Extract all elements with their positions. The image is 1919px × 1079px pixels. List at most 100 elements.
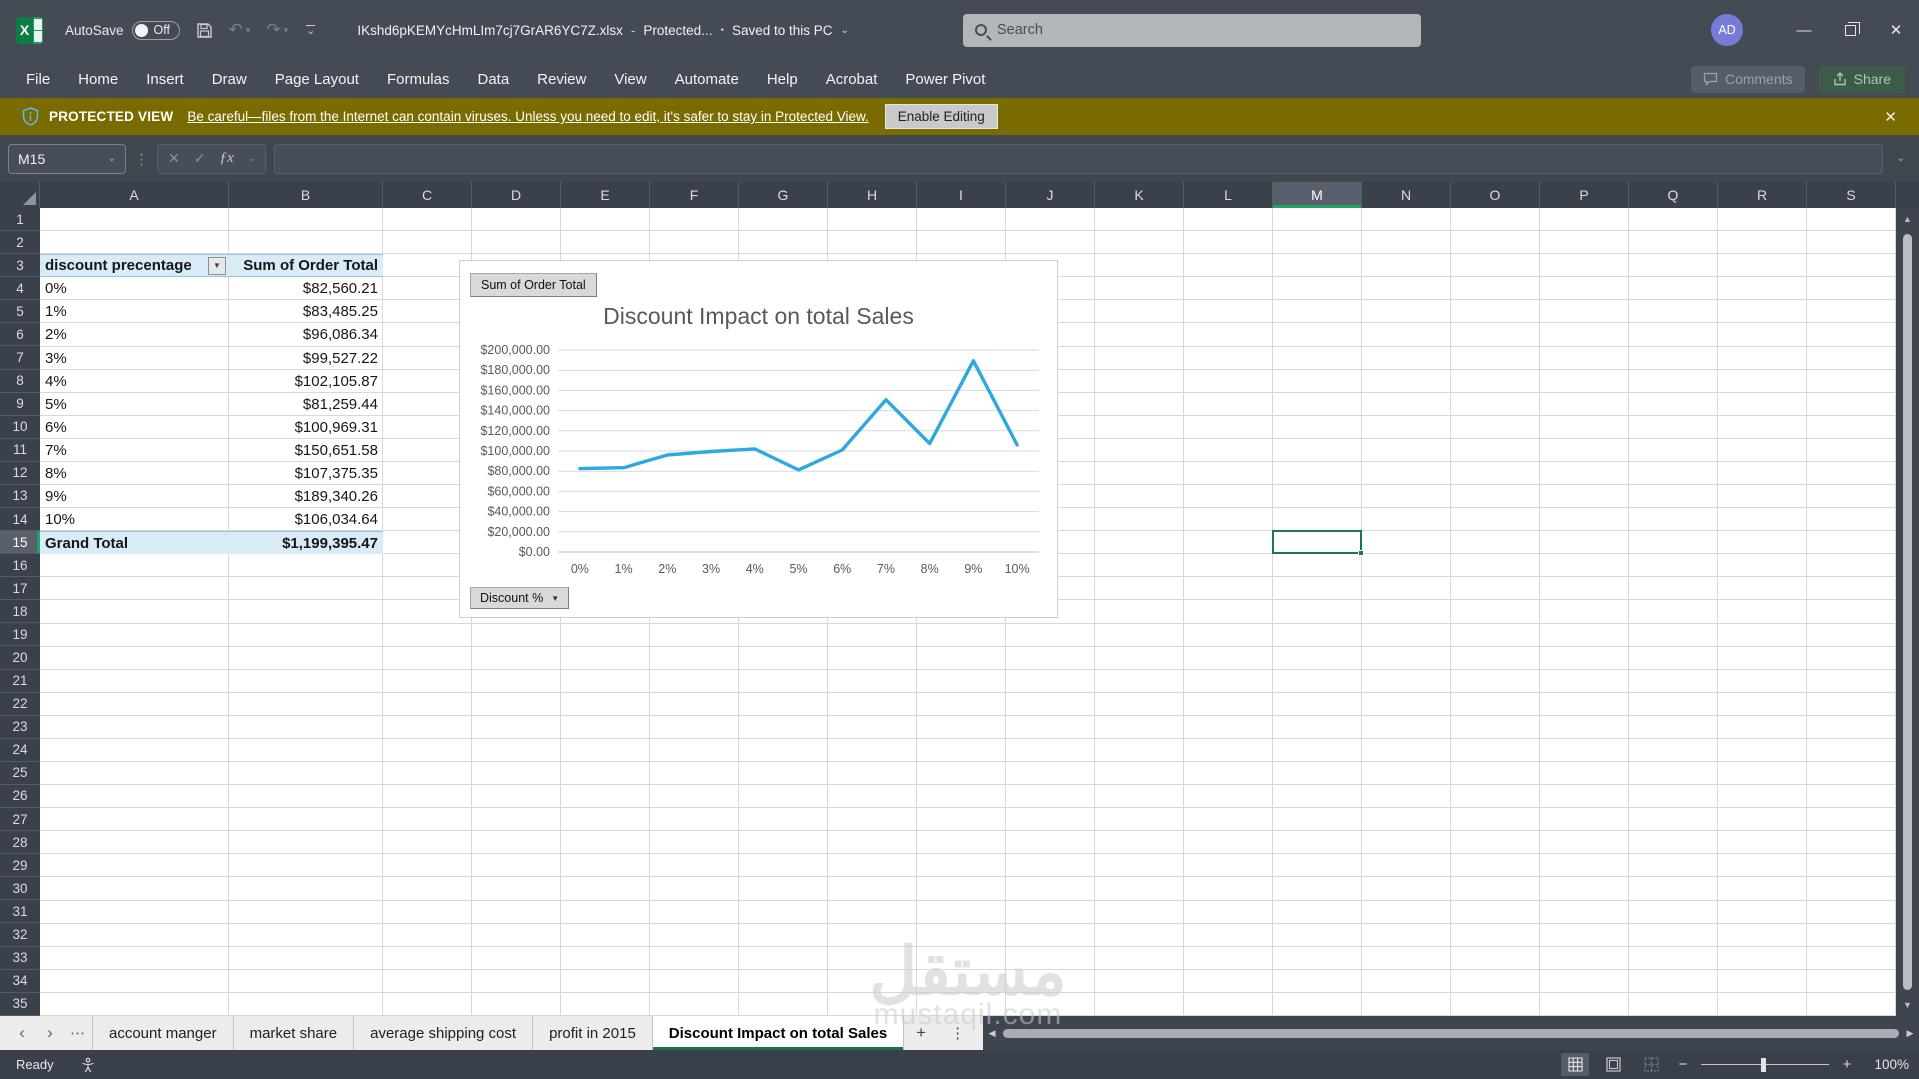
chart-field-button[interactable]: Sum of Order Total — [470, 273, 597, 297]
pivot-cell-total[interactable]: $96,086.34 — [229, 323, 383, 346]
pivot-cell-discount[interactable]: 2% — [40, 323, 229, 346]
pivot-cell-total[interactable]: $107,375.35 — [229, 462, 383, 485]
row-header-22[interactable]: 22 — [0, 693, 40, 716]
menu-tab-help[interactable]: Help — [753, 60, 812, 98]
pivot-header-sum[interactable]: Sum of Order Total — [229, 255, 383, 276]
column-header-M[interactable]: M — [1273, 182, 1362, 208]
sheet-tab-profit-in-2015[interactable]: profit in 2015 — [533, 1016, 653, 1050]
title-chevron-icon[interactable]: ⌄ — [841, 25, 849, 36]
menu-tab-power-pivot[interactable]: Power Pivot — [891, 60, 999, 98]
vertical-scrollbar[interactable]: ▲ ▼ — [1896, 208, 1919, 1016]
pivot-grand-total-label[interactable]: Grand Total — [40, 532, 229, 554]
row-header-30[interactable]: 30 — [0, 877, 40, 900]
cancel-icon[interactable]: ✕ — [168, 150, 180, 167]
column-header-F[interactable]: F — [650, 182, 739, 208]
share-button[interactable]: Share — [1819, 66, 1905, 93]
row-header-18[interactable]: 18 — [0, 600, 40, 623]
row-header-21[interactable]: 21 — [0, 670, 40, 693]
pivot-cell-total[interactable]: $150,651.58 — [229, 439, 383, 462]
row-header-17[interactable]: 17 — [0, 577, 40, 600]
cells-area[interactable]: discount precentage▼Sum of Order Total0%… — [40, 208, 1896, 1016]
pivot-cell-total[interactable]: $99,527.22 — [229, 346, 383, 369]
pivot-chart[interactable]: Sum of Order TotalDiscount Impact on tot… — [459, 260, 1058, 618]
zoom-out-icon[interactable]: − — [1675, 1056, 1691, 1073]
normal-view-button[interactable] — [1561, 1053, 1589, 1076]
column-header-E[interactable]: E — [561, 182, 650, 208]
column-header-S[interactable]: S — [1807, 182, 1896, 208]
pivot-cell-total[interactable]: $100,969.31 — [229, 416, 383, 439]
avatar[interactable]: AD — [1711, 14, 1743, 46]
scroll-up-icon[interactable]: ▲ — [1896, 214, 1919, 224]
saved-location[interactable]: Saved to this PC — [732, 23, 833, 38]
search-box[interactable] — [963, 14, 1421, 47]
undo-caret-icon[interactable]: ▾ — [246, 25, 251, 36]
pivot-grand-total-value[interactable]: $1,199,395.47 — [229, 532, 383, 554]
zoom-level[interactable]: 100% — [1865, 1057, 1909, 1072]
pivot-cell-discount[interactable]: 10% — [40, 508, 229, 531]
enable-editing-button[interactable]: Enable Editing — [885, 104, 998, 129]
fx-caret-icon[interactable]: ⌄ — [248, 153, 256, 164]
select-all-button[interactable] — [0, 182, 40, 208]
row-header-11[interactable]: 11 — [0, 439, 40, 462]
row-header-28[interactable]: 28 — [0, 831, 40, 854]
column-header-B[interactable]: B — [229, 182, 383, 208]
column-header-I[interactable]: I — [917, 182, 1006, 208]
zoom-slider[interactable] — [1701, 1058, 1829, 1072]
menu-tab-home[interactable]: Home — [64, 60, 132, 98]
redo-caret-icon[interactable]: ▾ — [284, 25, 289, 36]
menu-tab-file[interactable]: File — [12, 60, 64, 98]
menu-tab-page-layout[interactable]: Page Layout — [261, 60, 373, 98]
sheet-tab-market-share[interactable]: market share — [234, 1016, 355, 1050]
pivot-cell-discount[interactable]: 5% — [40, 393, 229, 416]
row-header-9[interactable]: 9 — [0, 393, 40, 416]
row-header-29[interactable]: 29 — [0, 854, 40, 877]
accessibility-icon[interactable] — [80, 1057, 96, 1073]
row-header-14[interactable]: 14 — [0, 508, 40, 531]
redo-icon[interactable]: ↷▾ — [266, 20, 288, 40]
row-header-27[interactable]: 27 — [0, 808, 40, 831]
row-header-5[interactable]: 5 — [0, 300, 40, 323]
menu-tab-insert[interactable]: Insert — [132, 60, 198, 98]
name-box-caret-icon[interactable]: ⌄ — [108, 153, 116, 164]
row-header-23[interactable]: 23 — [0, 716, 40, 739]
row-header-32[interactable]: 32 — [0, 923, 40, 946]
pivot-cell-total[interactable]: $81,259.44 — [229, 393, 383, 416]
close-button[interactable]: ✕ — [1873, 0, 1919, 60]
prev-sheet-icon[interactable]: ‹ — [8, 1023, 36, 1043]
menu-tab-data[interactable]: Data — [463, 60, 523, 98]
column-header-C[interactable]: C — [383, 182, 472, 208]
row-header-24[interactable]: 24 — [0, 739, 40, 762]
column-header-K[interactable]: K — [1095, 182, 1184, 208]
horizontal-scrollbar[interactable]: ◀ ▶ — [983, 1016, 1919, 1050]
row-header-19[interactable]: 19 — [0, 623, 40, 646]
column-header-L[interactable]: L — [1184, 182, 1273, 208]
formula-bar-expand-icon[interactable]: ⌄ — [1891, 153, 1911, 164]
quick-access-toolbar-icon[interactable]: ⌄ — [306, 25, 315, 35]
row-header-12[interactable]: 12 — [0, 462, 40, 485]
chart-axis-field-button[interactable]: Discount %▼ — [470, 587, 569, 609]
pivot-cell-discount[interactable]: 9% — [40, 485, 229, 508]
axis-dropdown-icon[interactable]: ▼ — [551, 594, 559, 603]
pivot-cell-total[interactable]: $106,034.64 — [229, 508, 383, 531]
row-header-1[interactable]: 1 — [0, 208, 40, 231]
pivot-cell-total[interactable]: $83,485.25 — [229, 300, 383, 323]
tab-options-icon[interactable]: ⋮ — [938, 1016, 977, 1050]
row-header-16[interactable]: 16 — [0, 554, 40, 577]
row-header-2[interactable]: 2 — [0, 231, 40, 254]
vertical-scroll-thumb[interactable] — [1903, 234, 1912, 990]
horizontal-scroll-thumb[interactable] — [1003, 1029, 1899, 1038]
column-header-G[interactable]: G — [739, 182, 828, 208]
page-break-view-button[interactable] — [1637, 1053, 1665, 1076]
menu-tab-formulas[interactable]: Formulas — [373, 60, 464, 98]
enter-icon[interactable]: ✓ — [194, 150, 206, 167]
pivot-cell-total[interactable]: $82,560.21 — [229, 277, 383, 300]
column-header-R[interactable]: R — [1718, 182, 1807, 208]
sheet-tab-average-shipping-cost[interactable]: average shipping cost — [354, 1016, 533, 1050]
row-header-7[interactable]: 7 — [0, 346, 40, 369]
column-header-A[interactable]: A — [40, 182, 229, 208]
row-header-8[interactable]: 8 — [0, 370, 40, 393]
row-header-25[interactable]: 25 — [0, 762, 40, 785]
column-header-N[interactable]: N — [1362, 182, 1451, 208]
pivot-cell-discount[interactable]: 8% — [40, 462, 229, 485]
minimize-button[interactable]: — — [1781, 0, 1827, 60]
